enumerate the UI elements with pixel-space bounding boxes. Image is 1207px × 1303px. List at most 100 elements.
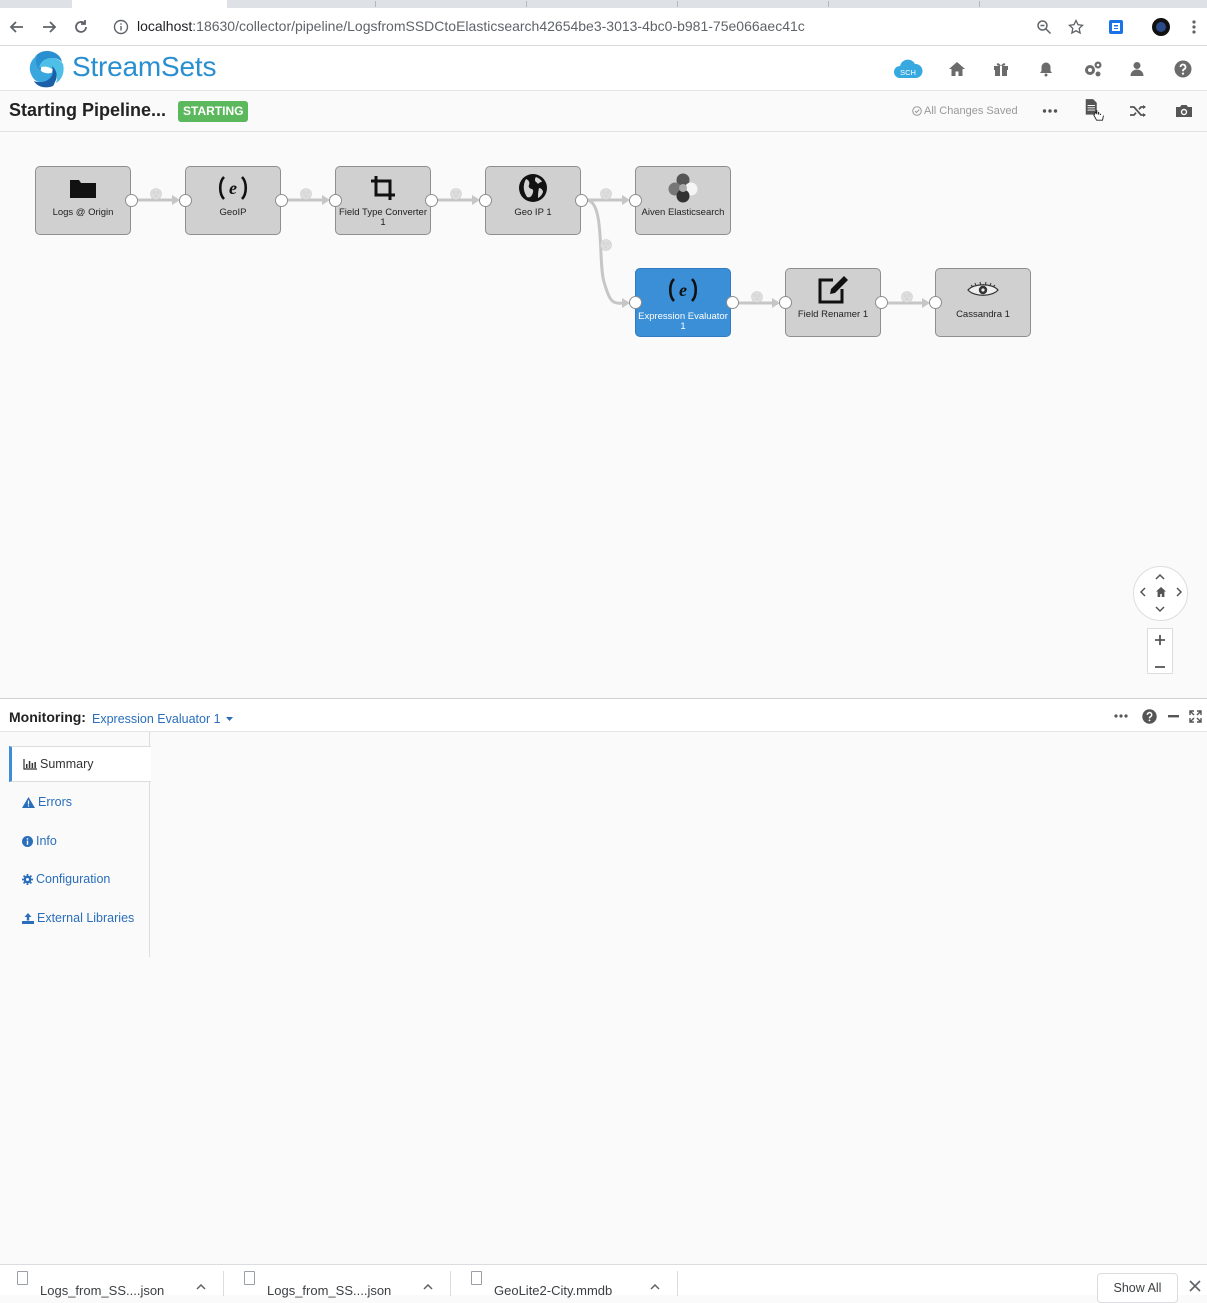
url-path: :18630/collector/pipeline/LogsfromSSDCto… (192, 18, 805, 34)
zoom-out-icon[interactable] (1155, 659, 1165, 671)
link-data-rules-icon (451, 189, 462, 200)
logs-document-icon[interactable] (1083, 100, 1105, 122)
stage-aiven-elasticsearch[interactable]: Aiven Elasticsearch (635, 166, 731, 235)
sch-badge-text: SCH (900, 68, 916, 77)
zoom-in-icon[interactable] (1155, 635, 1165, 647)
input-port[interactable] (929, 296, 942, 309)
stage-label: Field Type Converter 1 (338, 208, 428, 228)
extension-icon[interactable] (1105, 16, 1127, 38)
output-port[interactable] (275, 194, 288, 207)
tab-configuration[interactable]: Configuration (9, 861, 150, 897)
crop-icon (336, 173, 430, 203)
tab-external-libraries[interactable]: External Libraries (9, 900, 150, 936)
expand-icon[interactable] (1187, 708, 1203, 724)
download-item[interactable]: Logs_from_SS....json (240, 1265, 451, 1296)
gear-icon (22, 874, 33, 885)
reload-icon[interactable] (70, 16, 92, 38)
stage-geoip[interactable]: e GeoIP (185, 166, 281, 235)
close-icon[interactable] (1189, 1279, 1201, 1297)
gift-icon[interactable] (990, 58, 1012, 80)
output-port[interactable] (726, 296, 739, 309)
pan-right-icon[interactable] (1175, 587, 1183, 599)
stage-label: Aiven Elasticsearch (638, 208, 728, 218)
monitoring-label: Monitoring: (9, 709, 86, 725)
browser-menu-icon[interactable] (1183, 16, 1205, 38)
forward-arrow-icon[interactable] (38, 16, 60, 38)
stage-cassandra[interactable]: Cassandra 1 (935, 268, 1031, 337)
file-icon (244, 1271, 255, 1285)
pan-down-icon[interactable] (1155, 603, 1165, 615)
link-line (587, 200, 624, 303)
pan-control[interactable] (1133, 566, 1188, 621)
home-icon[interactable] (946, 58, 968, 80)
stage-geo-ip-1[interactable]: Geo IP 1 (485, 166, 581, 235)
input-port[interactable] (479, 194, 492, 207)
tab-separator (979, 1, 980, 7)
globe-icon (486, 173, 580, 203)
tab-summary[interactable]: Summary (9, 746, 151, 782)
help-icon[interactable] (1141, 708, 1157, 724)
home-icon[interactable] (1155, 586, 1167, 600)
output-port[interactable] (425, 194, 438, 207)
site-info-icon[interactable] (110, 16, 132, 38)
chevron-up-icon[interactable] (650, 1279, 660, 1293)
stage-logs-origin[interactable]: Logs @ Origin (35, 166, 131, 235)
streamsets-logo-icon[interactable] (26, 48, 68, 95)
link-data-rules-icon (902, 292, 913, 303)
pan-left-icon[interactable] (1139, 587, 1147, 599)
pipeline-canvas[interactable]: Logs @ Origin e GeoIP Field Type Convert… (0, 132, 1207, 698)
user-icon[interactable] (1126, 58, 1148, 80)
stage-expression-evaluator[interactable]: e Expression Evaluator 1 (635, 268, 731, 337)
help-icon[interactable] (1172, 58, 1194, 80)
app-header: StreamSets SCH (0, 46, 1207, 91)
input-port[interactable] (629, 194, 642, 207)
monitoring-stage-name: Expression Evaluator 1 (92, 712, 221, 726)
snapshot-camera-icon[interactable] (1173, 100, 1195, 122)
pan-up-icon[interactable] (1155, 571, 1165, 583)
more-options-icon[interactable] (1039, 100, 1061, 122)
svg-text:e: e (679, 280, 687, 300)
download-filename: Logs_from_SS....json (40, 1283, 164, 1298)
url-host: localhost (137, 18, 192, 34)
tab-errors[interactable]: Errors (9, 784, 150, 820)
chevron-up-icon[interactable] (196, 1279, 206, 1293)
zoom-control (1147, 628, 1173, 674)
sch-cloud-icon[interactable]: SCH (893, 58, 923, 80)
notifications-bell-icon[interactable] (1035, 58, 1057, 80)
tab-info[interactable]: Info (9, 823, 150, 859)
minimize-icon[interactable] (1165, 708, 1181, 724)
zoom-icon[interactable] (1033, 16, 1055, 38)
output-port[interactable] (125, 194, 138, 207)
edit-icon (786, 275, 880, 305)
tab-label: Info (36, 834, 57, 848)
monitoring-side-nav: Summary Errors Info Configuration Extern… (9, 732, 150, 957)
more-options-icon[interactable] (1113, 708, 1129, 724)
pipeline-toolbar: Starting Pipeline... STARTING All Change… (0, 91, 1207, 132)
back-arrow-icon[interactable] (6, 16, 28, 38)
input-port[interactable] (179, 194, 192, 207)
settings-gears-icon[interactable] (1082, 58, 1104, 80)
address-bar[interactable]: localhost:18630/collector/pipeline/Logsf… (137, 18, 805, 34)
show-all-button[interactable]: Show All (1097, 1273, 1178, 1303)
elasticsearch-icon (636, 173, 730, 203)
input-port[interactable] (629, 296, 642, 309)
bookmark-star-icon[interactable] (1065, 16, 1087, 38)
input-port[interactable] (329, 194, 342, 207)
shuffle-icon[interactable] (1127, 100, 1149, 122)
browser-tab-active[interactable] (72, 0, 227, 8)
output-port[interactable] (575, 194, 588, 207)
download-item[interactable]: Logs_from_SS....json (13, 1265, 224, 1296)
stage-field-type-converter[interactable]: Field Type Converter 1 (335, 166, 431, 235)
stage-field-renamer[interactable]: Field Renamer 1 (785, 268, 881, 337)
output-port[interactable] (875, 296, 888, 309)
tab-label: Configuration (36, 872, 110, 886)
chevron-up-icon[interactable] (423, 1279, 433, 1293)
svg-text:e: e (229, 178, 237, 198)
download-item[interactable]: GeoLite2-City.mmdb (467, 1265, 678, 1296)
save-status-text: All Changes Saved (924, 105, 1018, 117)
input-port[interactable] (779, 296, 792, 309)
divider (223, 1271, 224, 1296)
expression-icon: e (186, 173, 280, 203)
profile-avatar-icon[interactable] (1150, 16, 1172, 38)
monitoring-stage-dropdown[interactable]: Expression Evaluator 1 (92, 710, 233, 726)
